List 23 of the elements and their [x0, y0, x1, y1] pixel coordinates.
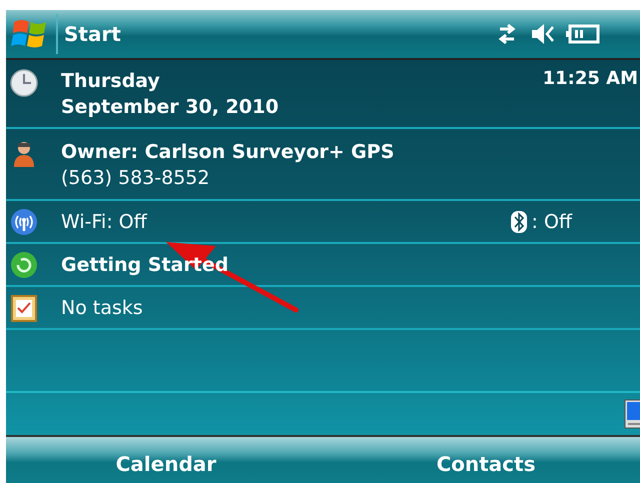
bluetooth-status: : Off — [532, 210, 572, 232]
date-row[interactable]: Thursday September 30, 2010 11:25 AM — [6, 60, 640, 129]
day-text: Thursday — [61, 69, 161, 94]
phone-number: (563) 583-8552 — [61, 166, 211, 191]
soft-key[interactable]: Calendar — [6, 437, 326, 483]
soft-key[interactable]: Contacts — [326, 437, 640, 483]
clipboard-check-icon — [9, 292, 39, 322]
battery-icon[interactable] — [566, 23, 600, 45]
wifi-status: Wi-Fi: Off — [61, 210, 147, 232]
window-title: Start — [64, 22, 121, 46]
date-text: September 30, 2010 — [61, 95, 279, 120]
bluetooth-icon — [510, 210, 528, 234]
refresh-circle-icon — [9, 250, 39, 280]
wireless-row[interactable]: Wi-Fi: Off : Off — [6, 201, 640, 244]
time-text: 11:25 AM — [542, 68, 638, 89]
device-icon[interactable] — [624, 399, 640, 429]
clock-icon — [9, 68, 39, 98]
antenna-icon — [9, 206, 39, 236]
item-label: No tasks — [61, 296, 143, 318]
owner-row[interactable]: Owner: Carlson Surveyor+ GPS (563) 583-8552 — [6, 129, 640, 201]
speaker-muted-icon[interactable] — [530, 22, 556, 46]
owner-name: Owner: Carlson Surveyor+ GPS — [61, 140, 394, 165]
today-item[interactable]: No tasks — [6, 287, 640, 330]
